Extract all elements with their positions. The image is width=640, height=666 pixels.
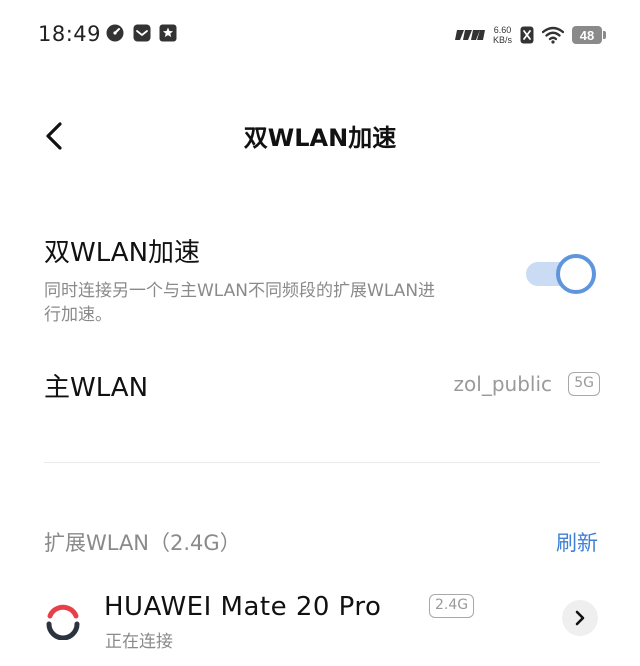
status-right: 6.60 KB/s 48	[454, 22, 606, 48]
battery-icon: 48	[572, 26, 606, 44]
header: 双WLAN加速	[0, 100, 640, 170]
wifi-icon	[542, 26, 564, 44]
section-divider	[44, 462, 600, 463]
dual-wlan-setting: 双WLAN加速 同时连接另一个与主WLAN不同频段的扩展WLAN进行加速。	[44, 232, 600, 327]
status-bar: 18:49 6.60 KB/s 48	[0, 0, 640, 70]
speedometer-icon	[106, 24, 124, 42]
signal-icon	[454, 30, 485, 40]
extended-wlan-header: 扩展WLAN（2.4G） 刷新	[44, 525, 600, 555]
toggle-knob	[556, 254, 596, 294]
dual-wlan-title: 双WLAN加速	[44, 238, 201, 268]
page-title: 双WLAN加速	[243, 124, 397, 152]
network-speed: 6.60 KB/s	[493, 25, 512, 45]
primary-wlan-label: 主WLAN	[44, 373, 149, 403]
network-name: HUAWEI Mate 20 Pro	[104, 592, 382, 622]
network-speed-unit: KB/s	[492, 35, 512, 45]
network-speed-value: 6.60	[493, 25, 512, 35]
sim-off-icon	[520, 26, 534, 44]
network-band-badge: 2.4G	[429, 594, 475, 618]
extended-wlan-label: 扩展WLAN（2.4G）	[44, 531, 241, 555]
network-detail-button[interactable]	[562, 600, 598, 636]
primary-wlan-row[interactable]: 主WLAN zol_public 5G	[44, 355, 600, 415]
message-icon	[133, 24, 151, 42]
list-item[interactable]: HUAWEI Mate 20 Pro 2.4G 正在连接	[40, 584, 600, 654]
primary-wlan-ssid: zol_public	[453, 372, 552, 396]
dual-wlan-description: 同时连接另一个与主WLAN不同频段的扩展WLAN进行加速。	[44, 281, 436, 325]
refresh-button[interactable]: 刷新	[556, 527, 598, 557]
battery-tip	[603, 31, 606, 39]
primary-wlan-band-badge: 5G	[568, 372, 600, 396]
loading-spinner-icon	[46, 604, 80, 640]
dual-wlan-toggle[interactable]	[526, 254, 596, 294]
network-status: 正在连接	[105, 632, 173, 652]
chevron-right-icon	[575, 610, 585, 626]
battery-level: 48	[572, 26, 602, 44]
star-note-icon	[159, 24, 177, 42]
status-time: 18:49	[38, 22, 102, 46]
